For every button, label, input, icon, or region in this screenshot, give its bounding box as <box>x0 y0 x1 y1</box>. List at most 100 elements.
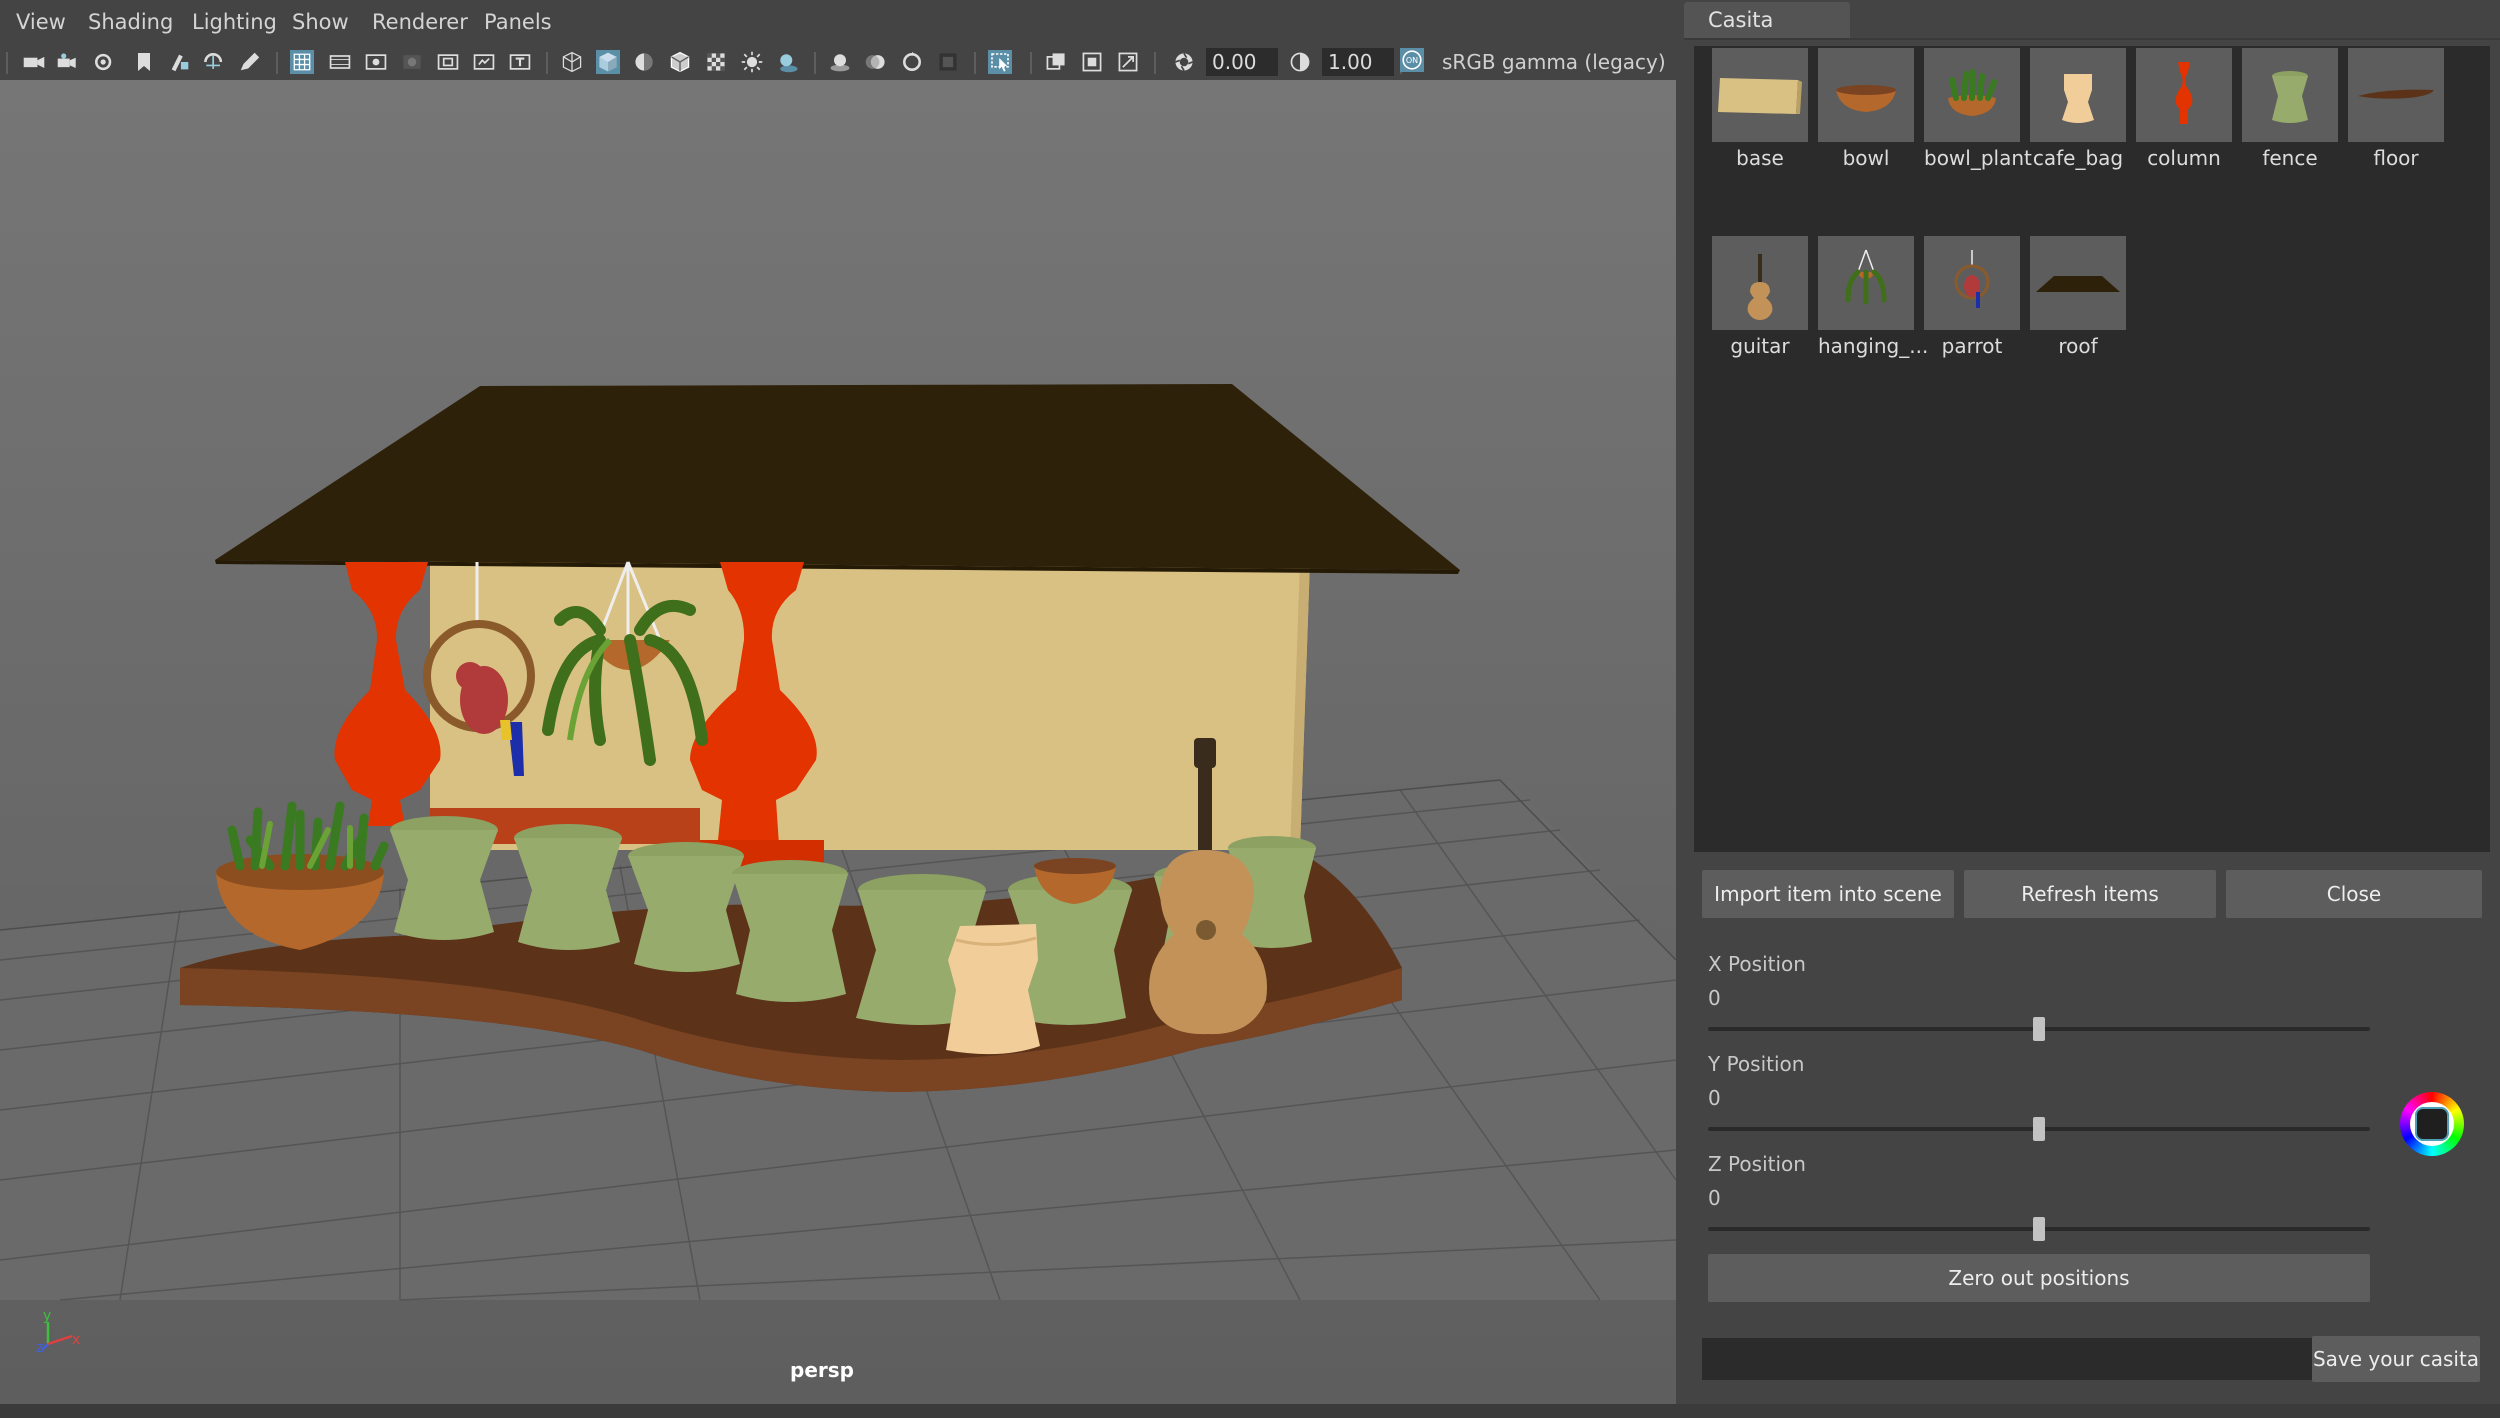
gallery-item-cafe-bag[interactable]: cafe_bag <box>2030 48 2126 170</box>
fence-thumbnail[interactable] <box>2242 48 2338 142</box>
axis-label-z: z <box>36 1340 43 1356</box>
color-space-label[interactable]: sRGB gamma (legacy) <box>1442 50 1666 74</box>
gallery-item-label: fence <box>2262 146 2318 170</box>
menu-panels[interactable]: Panels <box>484 10 552 34</box>
gallery-item-hanging-plant[interactable]: hanging_... <box>1818 236 1929 358</box>
gallery-item-label: bowl <box>1842 146 1890 170</box>
default-material-icon[interactable] <box>632 50 656 74</box>
refresh-items-button[interactable]: Refresh items <box>1964 870 2216 918</box>
menu-view[interactable]: View <box>16 10 66 34</box>
bowl-plant-thumbnail[interactable] <box>1924 48 2020 142</box>
motion-blur-icon[interactable] <box>864 50 888 74</box>
guitar-thumbnail[interactable] <box>1712 236 1808 330</box>
shadows-icon[interactable] <box>776 50 800 74</box>
exposure-icon[interactable] <box>1172 50 1196 74</box>
import-item-button[interactable]: Import item into scene <box>1702 870 1954 918</box>
gallery-item-guitar[interactable]: guitar <box>1712 236 1808 358</box>
viewport-toolbar: 0.00 1.00 ON sRGB gamma (legacy) <box>0 46 1676 78</box>
gallery-item-base[interactable]: base <box>1712 48 1808 170</box>
y-position-slider-handle[interactable] <box>2033 1117 2045 1141</box>
multisample-aa-icon[interactable] <box>900 50 924 74</box>
gallery-item-label: parrot <box>1941 334 2003 358</box>
isolate-select-icon[interactable] <box>988 50 1012 74</box>
gallery-item-bowl-plant[interactable]: bowl_plant <box>1924 48 2032 170</box>
magnet-icon[interactable] <box>202 50 226 74</box>
pencil-icon[interactable] <box>238 50 262 74</box>
y-position-slider[interactable] <box>1708 1117 2370 1141</box>
hanging-plant-thumbnail[interactable] <box>1818 236 1914 330</box>
casita-name-input[interactable] <box>1702 1338 2320 1380</box>
wireframe-on-shaded-icon[interactable] <box>668 50 692 74</box>
z-position-label: Z Position <box>1708 1152 1806 1176</box>
grid-icon[interactable] <box>290 50 314 74</box>
field-chart-icon[interactable] <box>436 50 460 74</box>
roof-thumbnail[interactable] <box>2030 236 2126 330</box>
color-wheel-icon[interactable] <box>2400 1092 2464 1156</box>
use-all-lights-icon[interactable] <box>740 50 764 74</box>
safe-action-icon[interactable] <box>472 50 496 74</box>
axis-label-x: x <box>72 1332 80 1348</box>
gallery-item-label: base <box>1736 146 1784 170</box>
tab-strip-divider <box>1684 38 2500 40</box>
gallery-item-parrot[interactable]: parrot <box>1924 236 2020 358</box>
gallery-item-bowl[interactable]: bowl <box>1818 48 1914 170</box>
xray-joints-icon[interactable] <box>1116 50 1140 74</box>
x-position-slider-handle[interactable] <box>2033 1017 2045 1041</box>
grease-pencil-icon[interactable] <box>168 50 192 74</box>
gamma-field[interactable]: 1.00 <box>1322 48 1394 76</box>
y-position-value: 0 <box>1708 1086 1721 1110</box>
gallery-item-fence[interactable]: fence <box>2242 48 2338 170</box>
toolbar-separator <box>974 52 976 74</box>
base-wall-model[interactable] <box>430 560 1310 850</box>
save-casita-button[interactable]: Save your casita <box>2312 1336 2480 1382</box>
z-position-slider-handle[interactable] <box>2033 1217 2045 1241</box>
camera-select-icon[interactable] <box>22 50 46 74</box>
bowl-thumbnail[interactable] <box>1818 48 1914 142</box>
bookmark-icon[interactable] <box>92 50 116 74</box>
gallery-item-label: floor <box>2373 146 2419 170</box>
color-management-icon[interactable]: ON <box>1400 48 1424 72</box>
viewport-scene[interactable]: y x z <box>0 80 1676 1404</box>
x-position-slider[interactable] <box>1708 1017 2370 1041</box>
cafe-bag-model[interactable] <box>946 924 1040 1055</box>
gallery-item-roof[interactable]: roof <box>2030 236 2126 358</box>
3d-viewport[interactable]: y x z <box>0 80 1676 1404</box>
z-position-slider[interactable] <box>1708 1217 2370 1241</box>
gamma-icon[interactable] <box>1288 50 1312 74</box>
xray-icon[interactable] <box>1044 50 1068 74</box>
parrot-thumbnail[interactable] <box>1924 236 2020 330</box>
item-gallery: base bowl bowl_plant cafe_bag column fen… <box>1694 46 2490 852</box>
casita-builder-tab[interactable]: Casita Builder <box>1684 2 1850 68</box>
gallery-item-label: hanging_... <box>1818 334 1929 358</box>
casita-builder-panel: Casita Builder base bowl bowl_plant cafe… <box>1684 0 2500 1404</box>
image-plane-icon[interactable] <box>132 50 156 74</box>
color-management-badge: ON <box>1406 56 1418 65</box>
screen-space-ao-icon[interactable] <box>828 50 852 74</box>
menu-shading[interactable]: Shading <box>88 10 173 34</box>
menu-lighting[interactable]: Lighting <box>192 10 277 34</box>
xray-active-icon[interactable] <box>1080 50 1104 74</box>
exposure-field[interactable]: 0.00 <box>1206 48 1278 76</box>
floor-thumbnail[interactable] <box>2348 48 2444 142</box>
base-thumbnail[interactable] <box>1712 48 1808 142</box>
column-thumbnail[interactable] <box>2136 48 2232 142</box>
cafe-bag-thumbnail[interactable] <box>2030 48 2126 142</box>
zero-out-positions-button[interactable]: Zero out positions <box>1708 1254 2370 1302</box>
wireframe-icon[interactable] <box>560 50 584 74</box>
menu-renderer[interactable]: Renderer <box>372 10 468 34</box>
color-swatch <box>2415 1107 2449 1141</box>
film-gate-icon[interactable] <box>328 50 352 74</box>
toolbar-separator <box>276 52 278 74</box>
textured-icon[interactable] <box>704 50 728 74</box>
close-button[interactable]: Close <box>2226 870 2482 918</box>
resolution-gate-icon[interactable] <box>364 50 388 74</box>
gallery-item-floor[interactable]: floor <box>2348 48 2444 170</box>
safe-title-icon[interactable] <box>508 50 532 74</box>
smooth-shade-icon[interactable] <box>596 50 620 74</box>
gate-mask-icon[interactable] <box>400 50 424 74</box>
menu-show[interactable]: Show <box>292 10 349 34</box>
gallery-item-column[interactable]: column <box>2136 48 2232 170</box>
camera-attributes-icon[interactable] <box>56 50 80 74</box>
viewport-panel: View Shading Lighting Show Renderer Pane… <box>0 0 1676 1404</box>
depth-of-field-icon[interactable] <box>936 50 960 74</box>
